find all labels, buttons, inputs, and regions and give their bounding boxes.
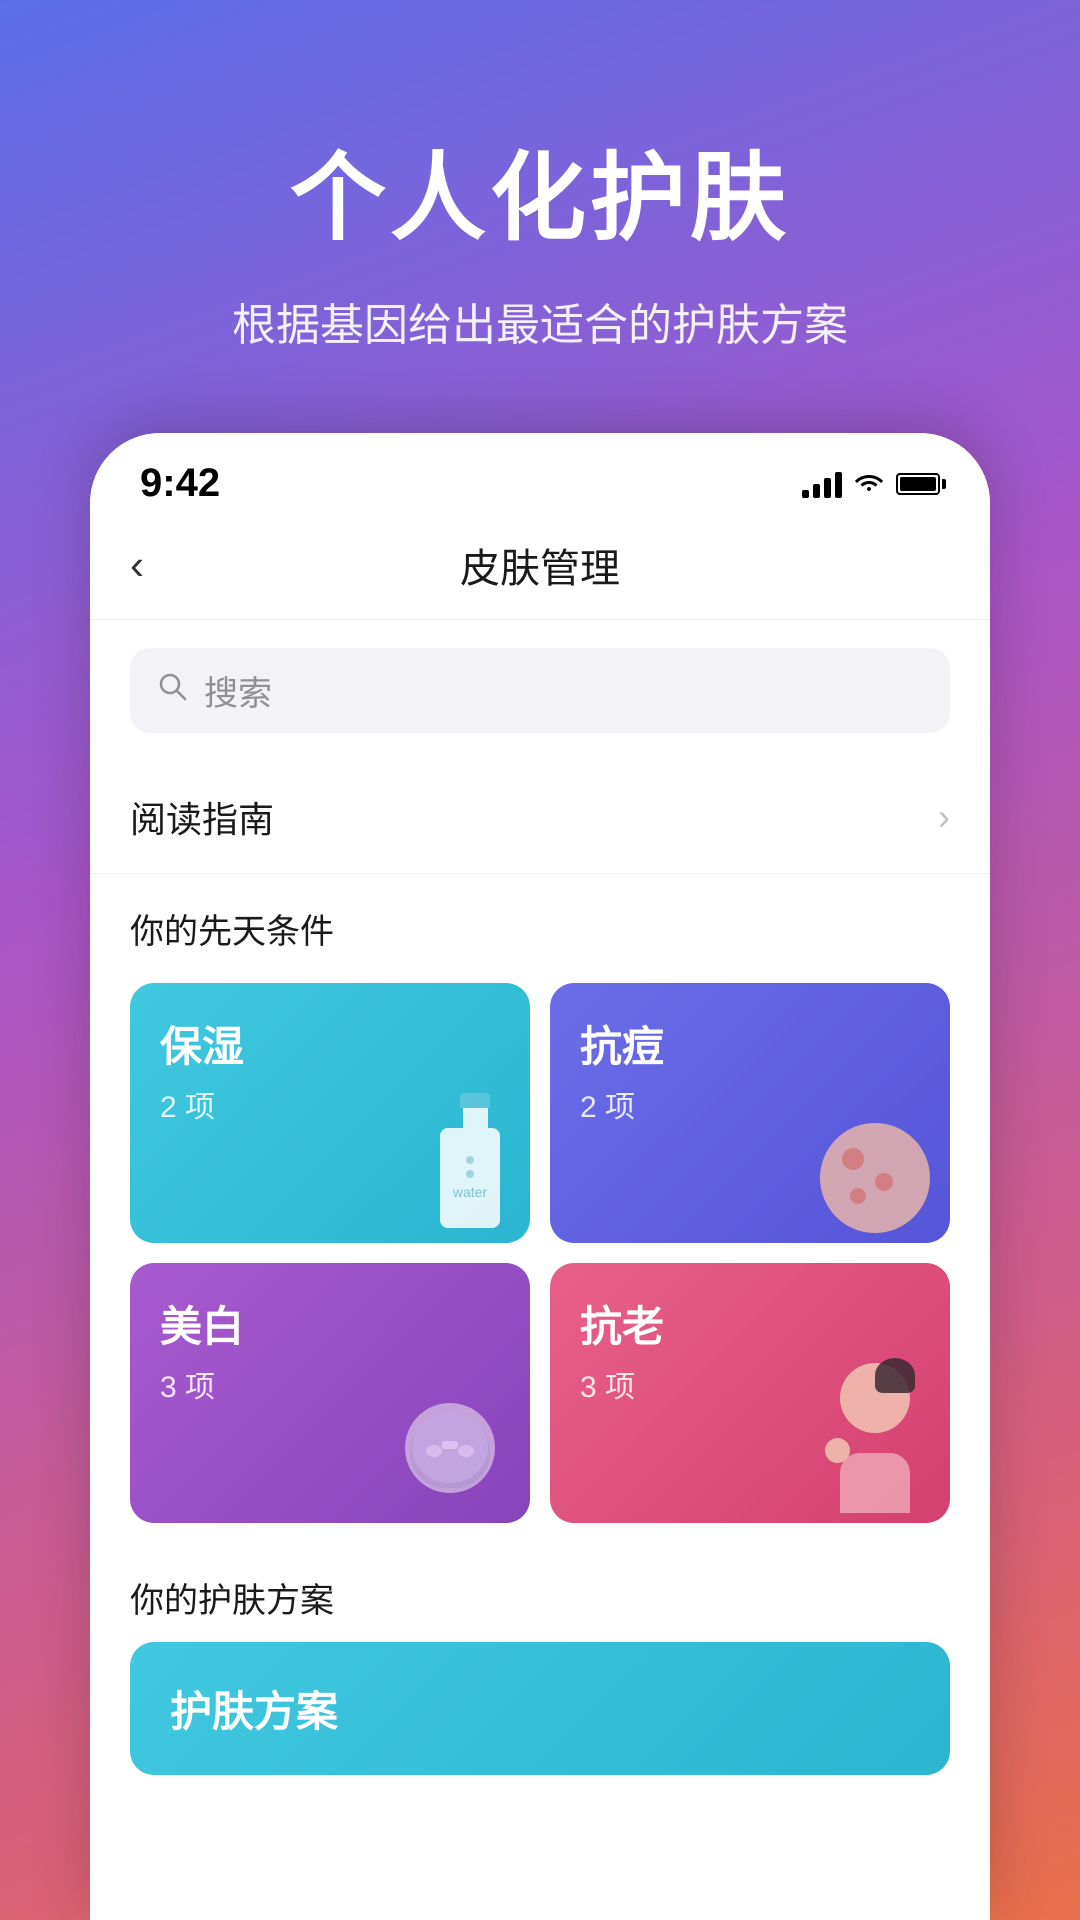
search-icon xyxy=(158,672,188,710)
wifi-icon xyxy=(854,468,884,500)
content-area: 搜索 阅读指南 › 你的先天条件 保湿 2 项 xyxy=(90,620,990,1920)
plan-card-title: 护肤方案 xyxy=(170,1678,910,1739)
sub-title: 根据基因给出最适合的护肤方案 xyxy=(60,289,1020,353)
guide-label: 阅读指南 xyxy=(130,791,274,843)
card-whitening[interactable]: 美白 3 项 xyxy=(130,1263,530,1523)
signal-icon xyxy=(802,470,842,498)
hero-section: 个人化护肤 根据基因给出最适合的护肤方案 xyxy=(0,0,1080,433)
page-title: 皮肤管理 xyxy=(190,536,890,594)
innate-section-label: 你的先天条件 xyxy=(90,874,990,973)
acne-face-icon xyxy=(820,1123,930,1233)
card-acne[interactable]: 抗痘 2 项 xyxy=(550,983,950,1243)
search-box[interactable]: 搜索 xyxy=(130,648,950,733)
card-title: 抗老 xyxy=(580,1293,920,1354)
cards-grid: 保湿 2 项 water 抗痘 2 xyxy=(90,973,990,1543)
guide-row[interactable]: 阅读指南 › xyxy=(90,761,990,874)
chevron-right-icon: › xyxy=(938,796,950,838)
person-icon xyxy=(820,1363,930,1513)
card-title: 美白 xyxy=(160,1293,500,1354)
card-title: 保湿 xyxy=(160,1013,500,1074)
plan-section: 你的护肤方案 护肤方案 xyxy=(90,1543,990,1795)
card-title: 抗痘 xyxy=(580,1013,920,1074)
search-placeholder: 搜索 xyxy=(204,666,272,715)
phone-mockup: 9:42 ‹ 皮肤管理 xyxy=(90,433,990,1920)
time-display: 9:42 xyxy=(140,461,220,506)
back-button[interactable]: ‹ xyxy=(130,541,190,589)
status-bar: 9:42 xyxy=(90,433,990,516)
status-icons xyxy=(802,468,940,500)
card-anti-aging[interactable]: 抗老 3 项 xyxy=(550,1263,950,1523)
nav-bar: ‹ 皮肤管理 xyxy=(90,516,990,620)
plan-section-label: 你的护肤方案 xyxy=(130,1573,950,1622)
battery-icon xyxy=(896,473,940,495)
main-title: 个人化护肤 xyxy=(60,120,1020,259)
card-count: 2 项 xyxy=(580,1082,920,1126)
search-section: 搜索 xyxy=(90,620,990,761)
face-mask-icon xyxy=(390,1383,510,1513)
water-bottle-icon: water xyxy=(440,1093,510,1233)
card-moisturizing[interactable]: 保湿 2 项 water xyxy=(130,983,530,1243)
skincare-plan-card[interactable]: 护肤方案 xyxy=(130,1642,950,1775)
